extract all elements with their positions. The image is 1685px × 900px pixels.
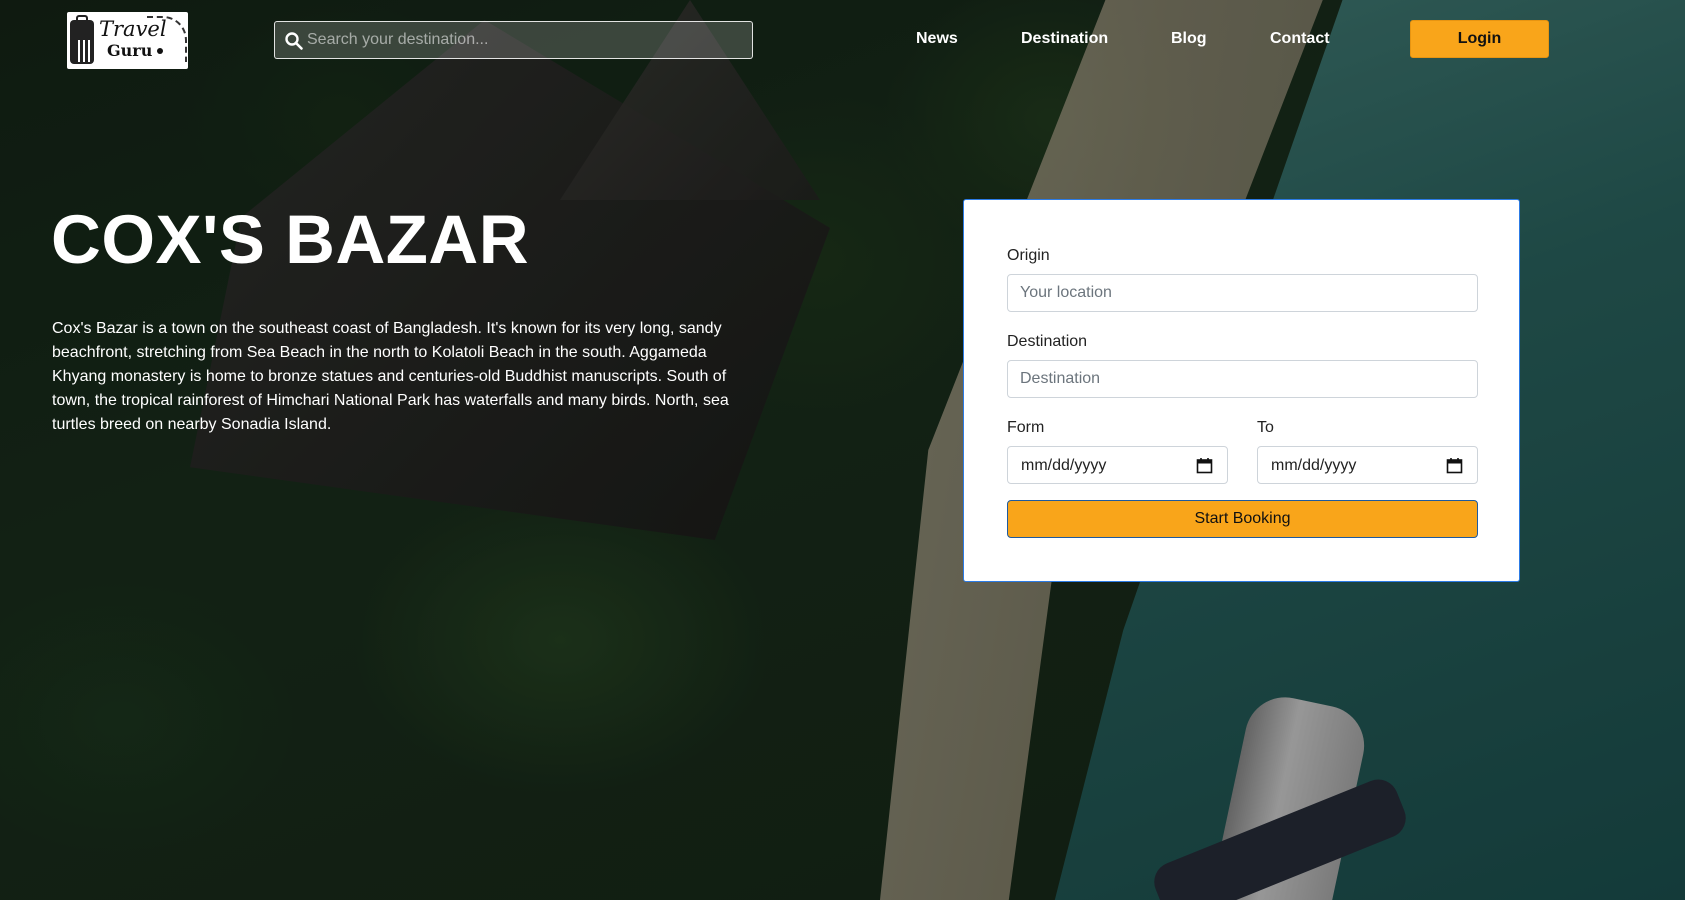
origin-input[interactable] (1007, 274, 1478, 312)
nav-link-news[interactable]: News (916, 30, 958, 48)
destination-label: Destination (1007, 333, 1088, 350)
logo-dot (157, 48, 163, 54)
calendar-icon[interactable] (1446, 457, 1463, 474)
logo-text-travel: Travel (99, 17, 167, 41)
logo-text-guru: Guru (107, 41, 153, 60)
brand-logo[interactable]: Travel Guru (67, 12, 188, 69)
login-button[interactable]: Login (1410, 20, 1549, 58)
hero-title: COX'S BAZAR (51, 201, 530, 278)
destination-input[interactable] (1007, 360, 1478, 398)
hero-description: Cox's Bazar is a town on the southeast c… (52, 320, 729, 433)
nav-link-contact[interactable]: Contact (1270, 30, 1330, 48)
nav-link-destination[interactable]: Destination (1021, 30, 1108, 48)
to-date-label: To (1257, 419, 1274, 436)
search-bar (274, 21, 753, 59)
to-date-input[interactable]: mm/dd/yyyy (1257, 446, 1478, 484)
to-date-value: mm/dd/yyyy (1271, 457, 1357, 474)
luggage-handle (76, 15, 88, 22)
from-date-input[interactable]: mm/dd/yyyy (1007, 446, 1228, 484)
site-header: Travel Guru News Destination Blog Contac… (0, 0, 1685, 80)
calendar-icon[interactable] (1196, 457, 1213, 474)
from-date-value: mm/dd/yyyy (1021, 457, 1107, 474)
luggage-icon (70, 20, 94, 64)
booking-form: Origin Destination Form mm/dd/yyyy To mm… (963, 199, 1520, 582)
nav-link-blog[interactable]: Blog (1171, 30, 1207, 48)
origin-label: Origin (1007, 247, 1050, 264)
start-booking-button[interactable]: Start Booking (1007, 500, 1478, 538)
search-icon (285, 32, 303, 50)
search-input[interactable] (307, 22, 747, 58)
from-date-label: Form (1007, 419, 1045, 436)
